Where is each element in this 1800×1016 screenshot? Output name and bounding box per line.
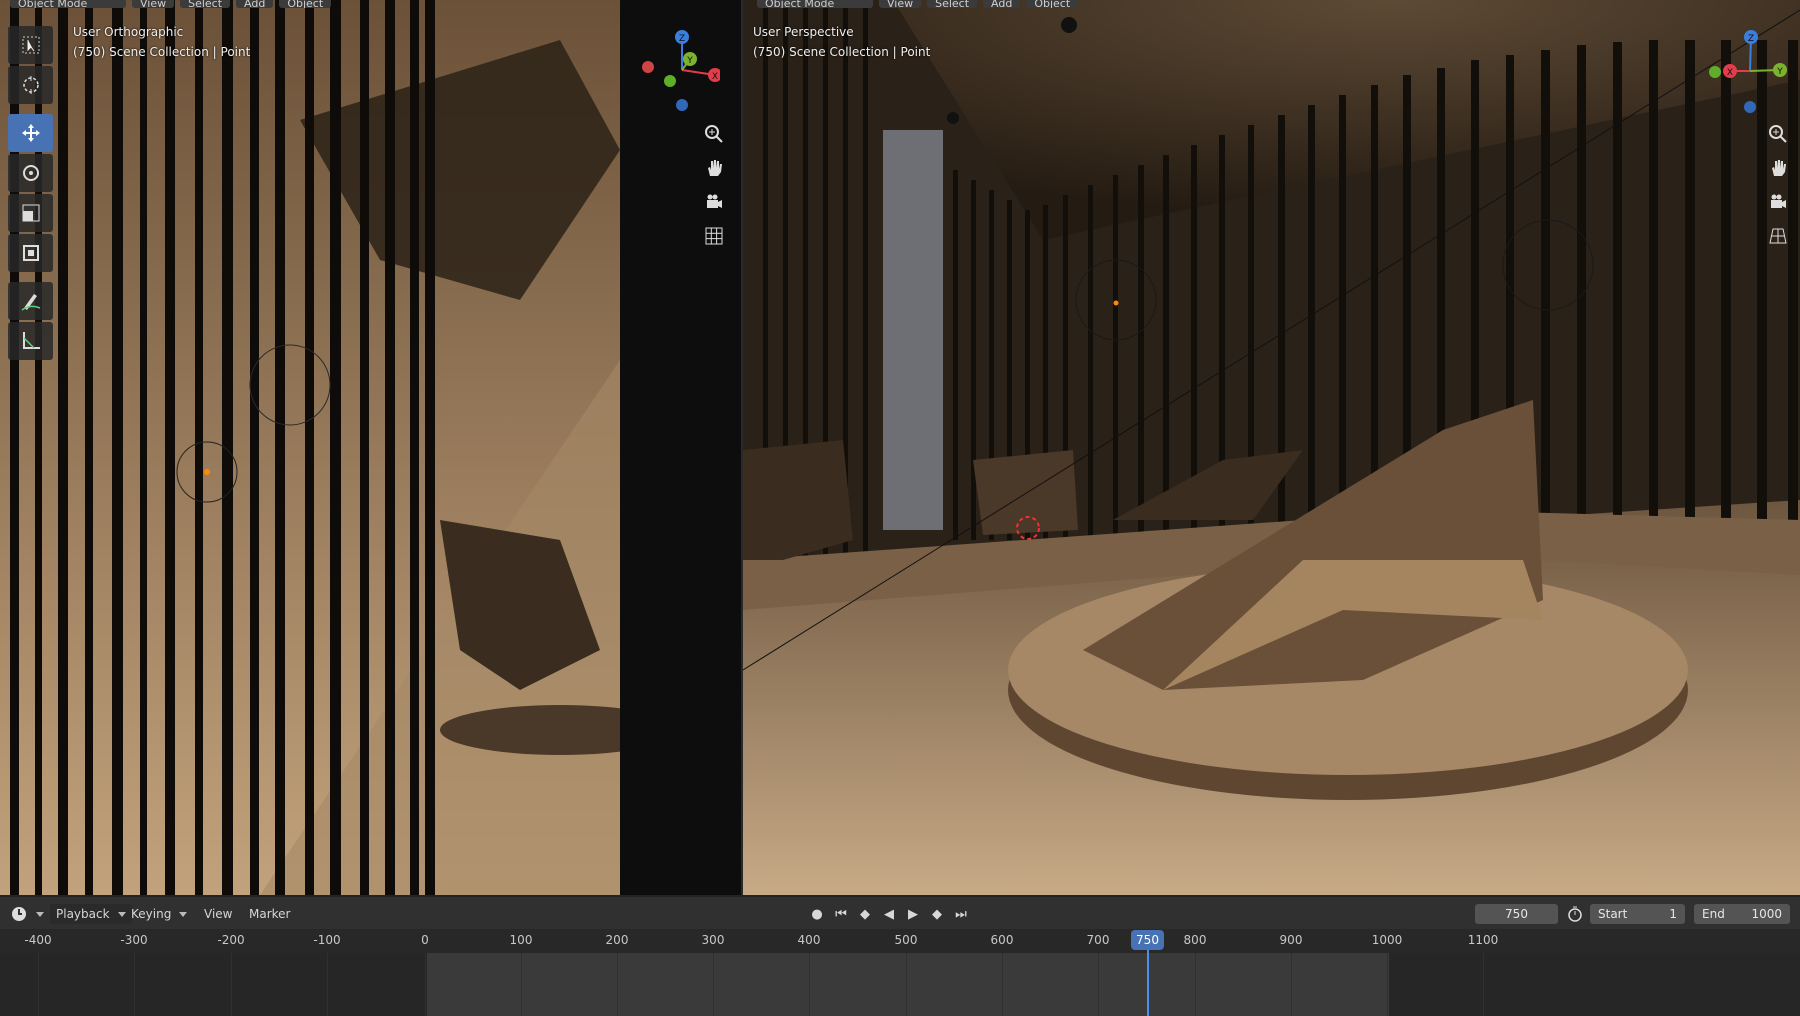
ruler-tick: 300 bbox=[701, 933, 725, 947]
frame-ruler[interactable]: -400 -300 -200 -100 0 100 200 300 400 50… bbox=[0, 929, 1800, 953]
ruler-tick: 900 bbox=[1279, 933, 1303, 947]
timeline-body[interactable] bbox=[0, 953, 1800, 1016]
left-mode-dropdown[interactable]: Object Mode bbox=[10, 0, 126, 8]
ruler-tick: -300 bbox=[120, 933, 148, 947]
left-menu-select[interactable]: Select bbox=[180, 0, 231, 8]
right-collection-info: (750) Scene Collection | Point bbox=[753, 45, 931, 59]
keying-menu[interactable]: Keying bbox=[131, 904, 188, 924]
left-grid-icon[interactable] bbox=[700, 222, 728, 250]
ruler-tick: -400 bbox=[24, 933, 52, 947]
cursor-icon[interactable] bbox=[8, 66, 53, 104]
ruler-tick: 600 bbox=[990, 933, 1014, 947]
left-zoom-icon[interactable] bbox=[700, 120, 728, 148]
record-icon[interactable]: ● bbox=[806, 907, 828, 922]
prev-keyframe-icon[interactable]: ◆ bbox=[854, 907, 876, 922]
right-view-info: User Perspective (750) Scene Collection … bbox=[753, 22, 930, 62]
left-menu-object[interactable]: Object bbox=[279, 0, 332, 8]
current-frame-field[interactable]: 750 bbox=[1475, 904, 1558, 924]
right-perspective-toggle-icon[interactable] bbox=[1764, 222, 1792, 250]
ruler-tick: 200 bbox=[605, 933, 629, 947]
right-pan-hand-icon[interactable] bbox=[1764, 154, 1792, 182]
playhead-line[interactable] bbox=[1147, 940, 1149, 1016]
gizmo-z-label: Z bbox=[679, 34, 685, 44]
right-menu-select[interactable]: Select bbox=[927, 0, 978, 8]
playback-menu-label: Playback bbox=[56, 907, 110, 921]
playback-controls: ● ⏮ ◆ ◀ ▶ ◆ ⏭ bbox=[806, 904, 972, 924]
ruler-tick: 1100 bbox=[1467, 933, 1499, 947]
start-frame-field[interactable]: Start 1 bbox=[1590, 904, 1685, 924]
right-camera-icon[interactable] bbox=[1764, 188, 1792, 216]
right-menu-view[interactable]: View bbox=[879, 0, 922, 8]
playhead-frame-label[interactable]: 750 bbox=[1131, 930, 1164, 950]
scale-icon[interactable] bbox=[8, 194, 53, 232]
start-value: 1 bbox=[1669, 907, 1677, 921]
gizmo-x-label: X bbox=[712, 72, 718, 82]
ruler-tick: 500 bbox=[894, 933, 918, 947]
end-value: 1000 bbox=[1751, 907, 1782, 921]
right-navigation-gizmo[interactable]: Z X Y bbox=[1705, 25, 1800, 120]
playback-menu[interactable]: Playback bbox=[50, 904, 132, 924]
ruler-tick: 1000 bbox=[1371, 933, 1403, 947]
end-label: End bbox=[1702, 907, 1725, 921]
left-pan-hand-icon[interactable] bbox=[700, 154, 728, 182]
play-icon[interactable]: ▶ bbox=[902, 907, 924, 922]
right-mode-dropdown[interactable]: Object Mode bbox=[757, 0, 873, 8]
next-keyframe-icon[interactable]: ◆ bbox=[926, 907, 948, 922]
left-scene-render bbox=[0, 0, 620, 895]
viewport-right[interactable] bbox=[743, 0, 1800, 895]
right-menu-object[interactable]: Object bbox=[1026, 0, 1079, 8]
view-menu-label: View bbox=[204, 907, 233, 921]
play-reverse-icon[interactable]: ◀ bbox=[878, 907, 900, 922]
select-box-icon[interactable] bbox=[8, 26, 53, 64]
transform-icon[interactable] bbox=[8, 234, 53, 272]
ruler-tick: 100 bbox=[509, 933, 533, 947]
timeline-header: Playback Keying View Marker ● ⏮ ◆ ◀ ▶ ◆ … bbox=[0, 895, 1800, 931]
left-navigation-gizmo[interactable]: Z Y X bbox=[640, 25, 722, 115]
marker-menu-label: Marker bbox=[249, 907, 291, 921]
gizmo-right-x-label: X bbox=[1727, 68, 1733, 78]
gizmo-right-y-label: Y bbox=[1776, 67, 1783, 77]
ruler-tick: 700 bbox=[1086, 933, 1110, 947]
editor-type-dropdown[interactable] bbox=[10, 904, 44, 924]
right-scene-render bbox=[743, 0, 1800, 895]
ruler-tick: 400 bbox=[797, 933, 821, 947]
left-viewport-header: Object Mode View Select Add Object bbox=[10, 0, 332, 8]
left-collection-info: (750) Scene Collection | Point bbox=[73, 45, 251, 59]
gizmo-y-label: Y bbox=[686, 56, 693, 66]
measure-icon[interactable] bbox=[8, 322, 53, 360]
start-label: Start bbox=[1598, 907, 1628, 921]
stopwatch-icon[interactable] bbox=[1566, 904, 1584, 924]
view-menu[interactable]: View bbox=[204, 904, 232, 924]
left-camera-icon[interactable] bbox=[700, 188, 728, 216]
marker-menu[interactable]: Marker bbox=[249, 904, 290, 924]
ruler-tick: 800 bbox=[1183, 933, 1207, 947]
rotate-icon[interactable] bbox=[8, 154, 53, 192]
ruler-tick: -200 bbox=[217, 933, 245, 947]
move-icon[interactable] bbox=[8, 114, 53, 152]
ruler-tick: 0 bbox=[421, 933, 429, 947]
keying-menu-label: Keying bbox=[131, 907, 172, 921]
tool-shelf bbox=[8, 26, 53, 362]
annotate-icon[interactable] bbox=[8, 282, 53, 320]
left-menu-add[interactable]: Add bbox=[236, 0, 274, 8]
right-menu-add[interactable]: Add bbox=[983, 0, 1021, 8]
right-viewport-header: Object Mode View Select Add Object bbox=[757, 0, 1079, 8]
end-frame-field[interactable]: End 1000 bbox=[1694, 904, 1790, 924]
right-view-name: User Perspective bbox=[753, 25, 854, 39]
left-view-info: User Orthographic (750) Scene Collection… bbox=[73, 22, 250, 62]
clock-editor-icon bbox=[12, 907, 26, 921]
jump-start-icon[interactable]: ⏮ bbox=[830, 907, 852, 922]
left-view-name: User Orthographic bbox=[73, 25, 184, 39]
viewport-left[interactable] bbox=[0, 0, 620, 895]
ruler-tick: -100 bbox=[313, 933, 341, 947]
left-menu-view[interactable]: View bbox=[132, 0, 175, 8]
scene-frame-range bbox=[427, 953, 1389, 1016]
right-zoom-icon[interactable] bbox=[1764, 120, 1792, 148]
jump-end-icon[interactable]: ⏭ bbox=[950, 907, 972, 922]
gizmo-right-z-label: Z bbox=[1748, 34, 1754, 44]
